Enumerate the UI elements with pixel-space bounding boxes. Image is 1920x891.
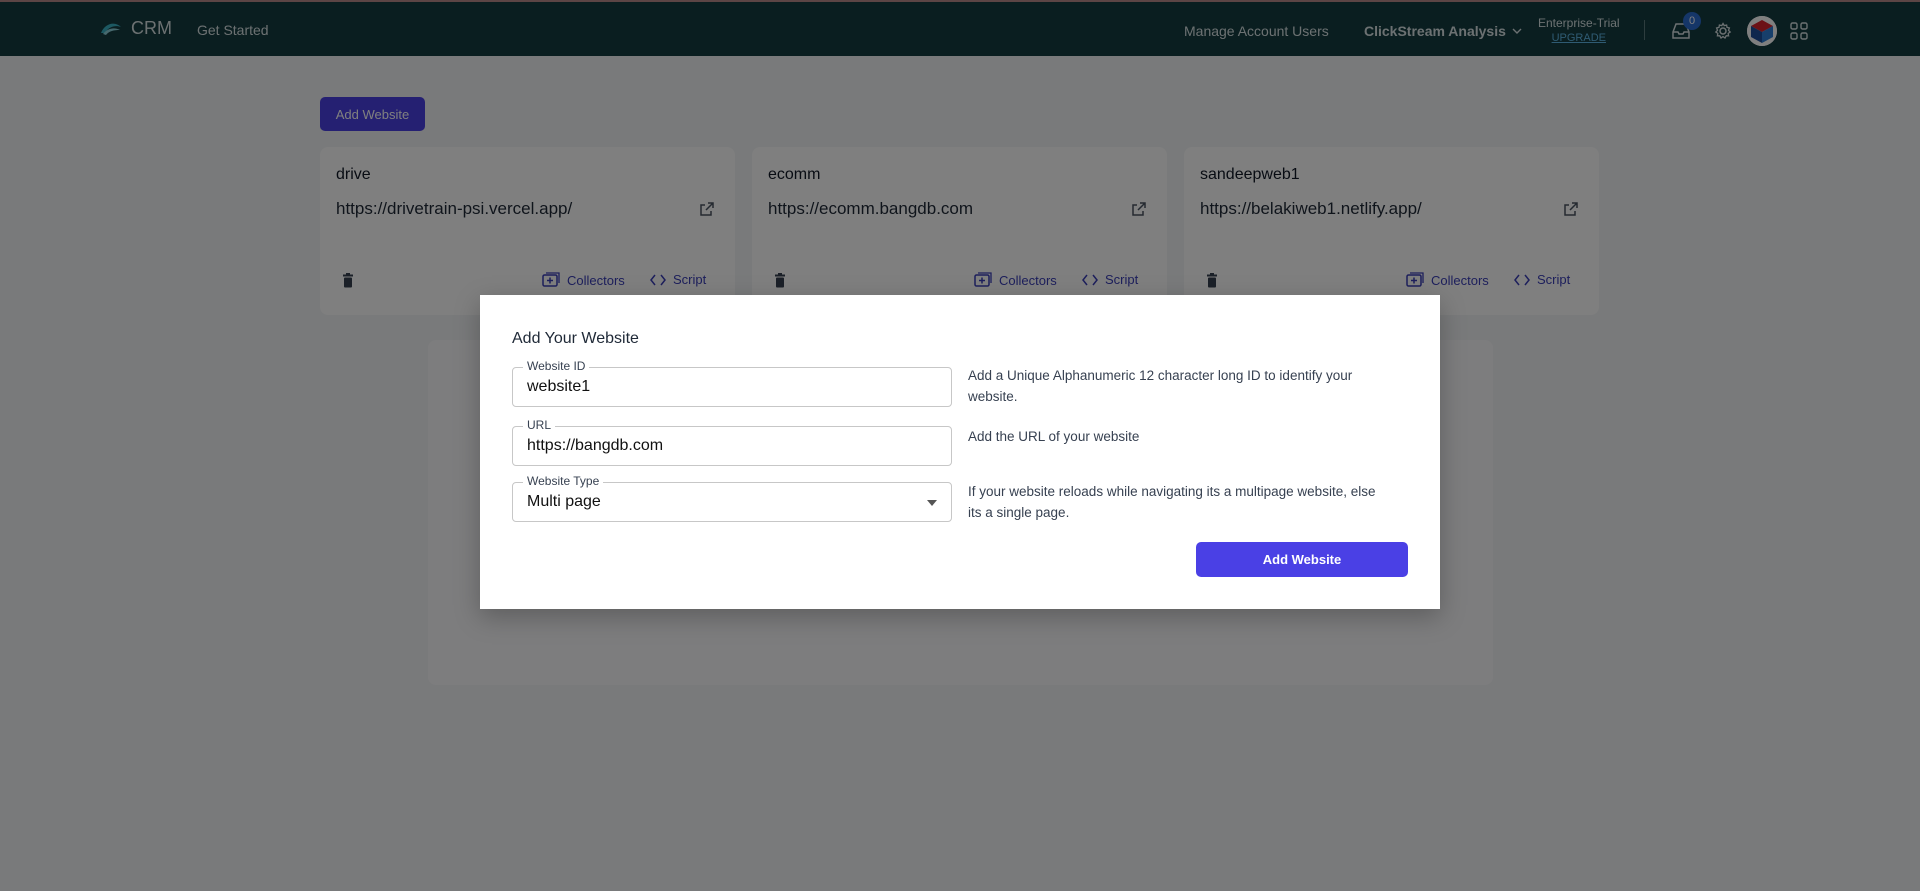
website-type-select[interactable]: Website Type Multi page [512, 474, 952, 522]
add-website-dialog: Add Your Website Website ID website1 Add… [480, 295, 1440, 609]
website-id-input[interactable]: website1 [527, 378, 590, 396]
website-type-value: Multi page [527, 493, 601, 510]
url-field[interactable]: URL https://bangdb.com [512, 418, 952, 466]
website-id-hint: Add a Unique Alphanumeric 12 character l… [968, 368, 1353, 404]
website-type-hint: If your website reloads while navigating… [968, 484, 1376, 520]
dialog-title: Add Your Website [512, 330, 639, 347]
submit-add-website-button[interactable]: Add Website [1196, 542, 1408, 577]
url-hint: Add the URL of your website [968, 429, 1140, 444]
website-id-field[interactable]: Website ID website1 [512, 359, 952, 407]
website-id-label: Website ID [523, 359, 590, 373]
url-label: URL [523, 418, 556, 432]
url-input[interactable]: https://bangdb.com [527, 437, 663, 455]
website-type-label: Website Type [523, 474, 604, 488]
dropdown-arrow-icon [927, 500, 937, 506]
